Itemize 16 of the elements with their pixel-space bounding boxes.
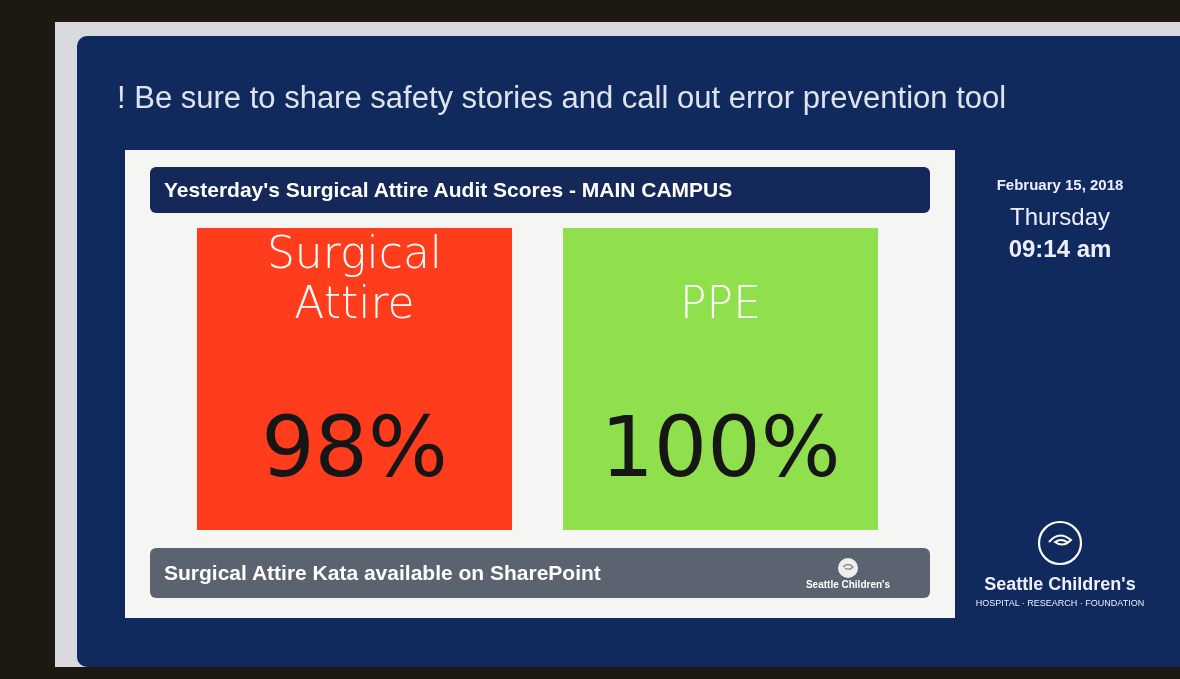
weekday-text: Thursday (1009, 203, 1110, 231)
tile-value: 100% (600, 398, 841, 496)
tile-label: PPE (680, 278, 761, 328)
logo-tagline: HOSPITAL · RESEARCH · FOUNDATION (975, 598, 1145, 608)
time-text: 09:14 am (1008, 235, 1112, 263)
footer-text: Surgical Attire Kata available on SharePoint (164, 561, 601, 585)
date-text: February 15, 2018 (996, 176, 1124, 193)
tile-label: Attire (293, 278, 416, 328)
panel-title: Yesterday's Surgical Attire Audit Scores - MAIN CAMPUS (150, 167, 930, 213)
ticker-text: ! Be sure to share safety stories and call out error prevention tool (117, 79, 1008, 117)
tile-value: 98% (261, 398, 448, 496)
logo-text: Seattle Children's (805, 578, 890, 590)
circle-logo-icon (836, 556, 859, 579)
tile-label: Surgical (266, 228, 443, 278)
logo-text: Seattle Children's (984, 574, 1136, 595)
circle-logo-icon (1037, 520, 1083, 566)
